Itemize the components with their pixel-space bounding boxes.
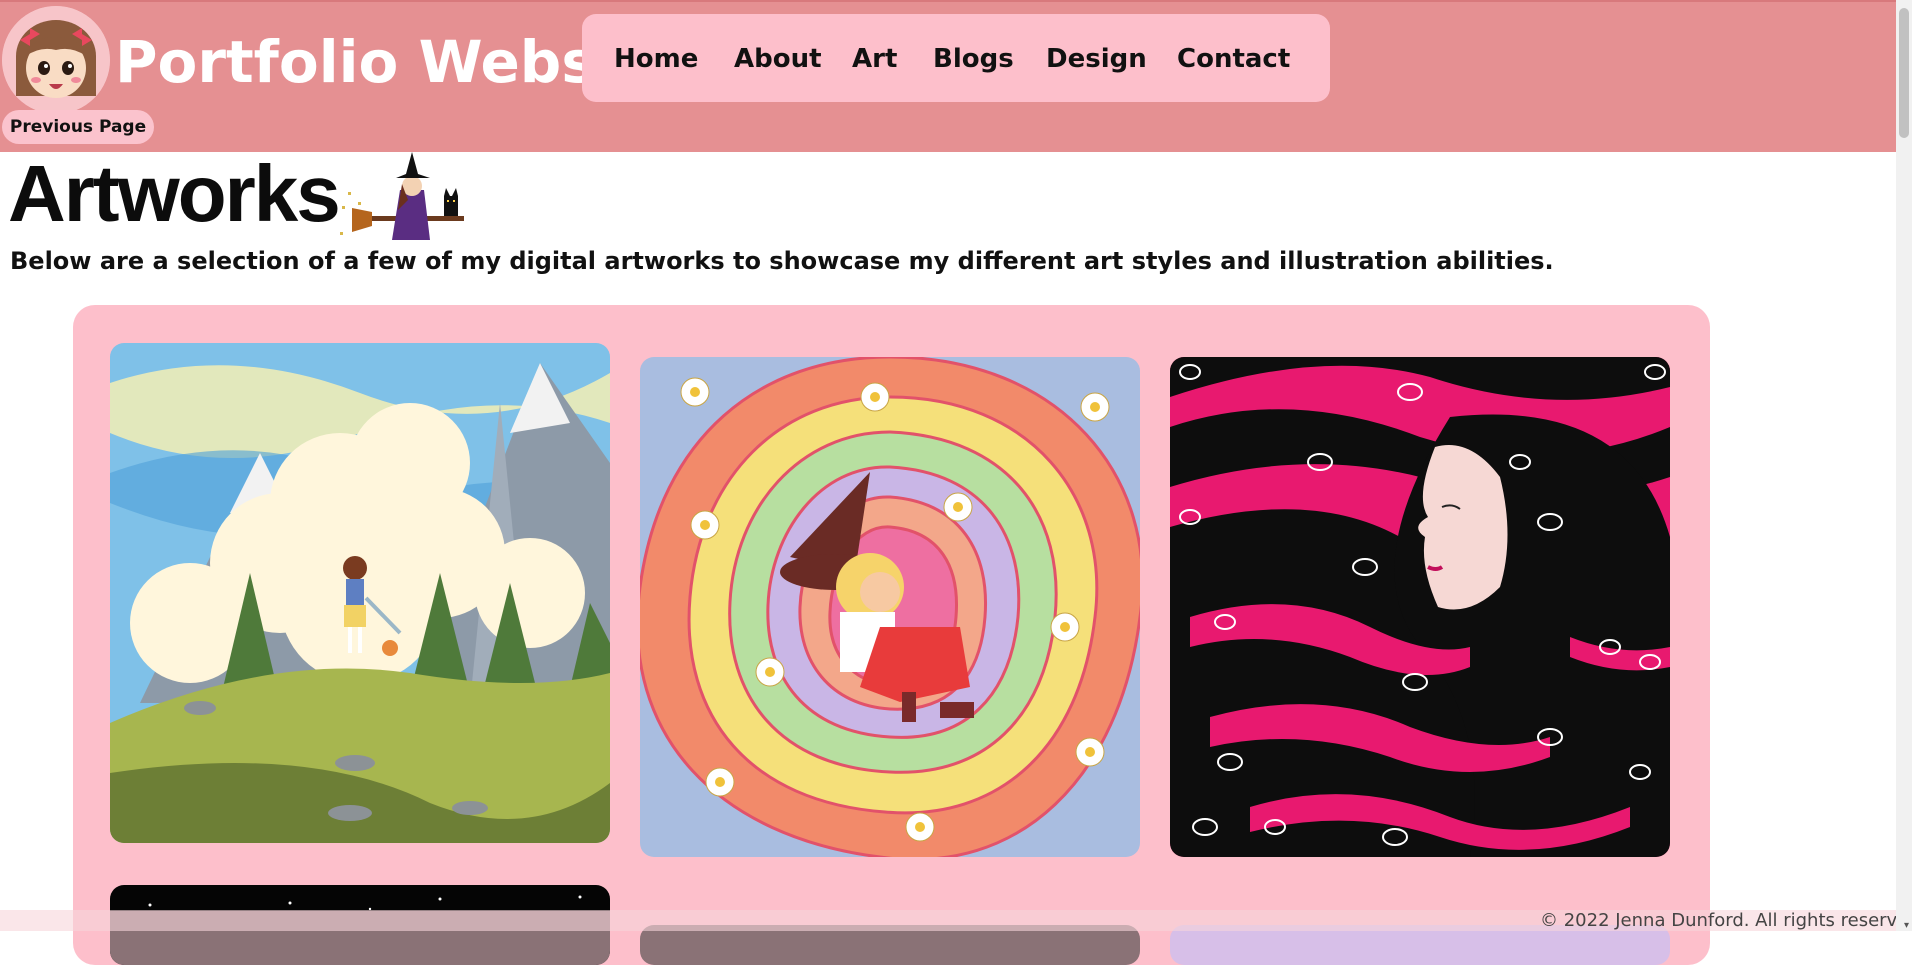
scroll-down-arrow-icon[interactable]: ▾ [1904,920,1909,931]
avatar-logo[interactable] [2,6,110,114]
nav-home[interactable]: Home [614,44,698,74]
artwork-flowing-hair[interactable] [1170,357,1670,857]
page-title: Artworks [8,149,341,238]
site-header: Portfolio Website Home About Art Blogs D… [0,0,1896,152]
intro-text: Below are a selection of a few of my dig… [10,247,1554,275]
page-scrollbar[interactable]: ▾ [1896,0,1912,931]
artwork-row2-right[interactable] [1170,925,1670,965]
artwork-landscape-image [110,343,610,843]
artwork-row2-middle[interactable] [640,925,1140,965]
artwork-flowing-hair-image [1170,357,1670,857]
artwork-witch-swirl-image [640,357,1140,857]
scrollbar-thumb[interactable] [1899,8,1909,138]
avatar-illustration [2,6,110,114]
nav-art[interactable]: Art [852,44,897,74]
nav-design[interactable]: Design [1046,44,1147,74]
main-nav: Home About Art Blogs Design Contact [582,14,1330,102]
artwork-witch-swirl[interactable] [640,357,1140,857]
artwork-row2-middle-image [640,925,1140,965]
nav-blogs[interactable]: Blogs [933,44,1014,74]
witch-icon [340,152,464,240]
previous-page-button[interactable]: Previous Page [2,110,154,144]
footer-copyright: © 2022 Jenna Dunford. All rights reserve… [1540,910,1912,931]
artwork-gallery [73,305,1710,965]
artwork-landscape[interactable] [110,343,610,843]
nav-contact[interactable]: Contact [1177,44,1290,74]
nav-about[interactable]: About [734,44,822,74]
artwork-row2-right-image [1170,925,1670,965]
